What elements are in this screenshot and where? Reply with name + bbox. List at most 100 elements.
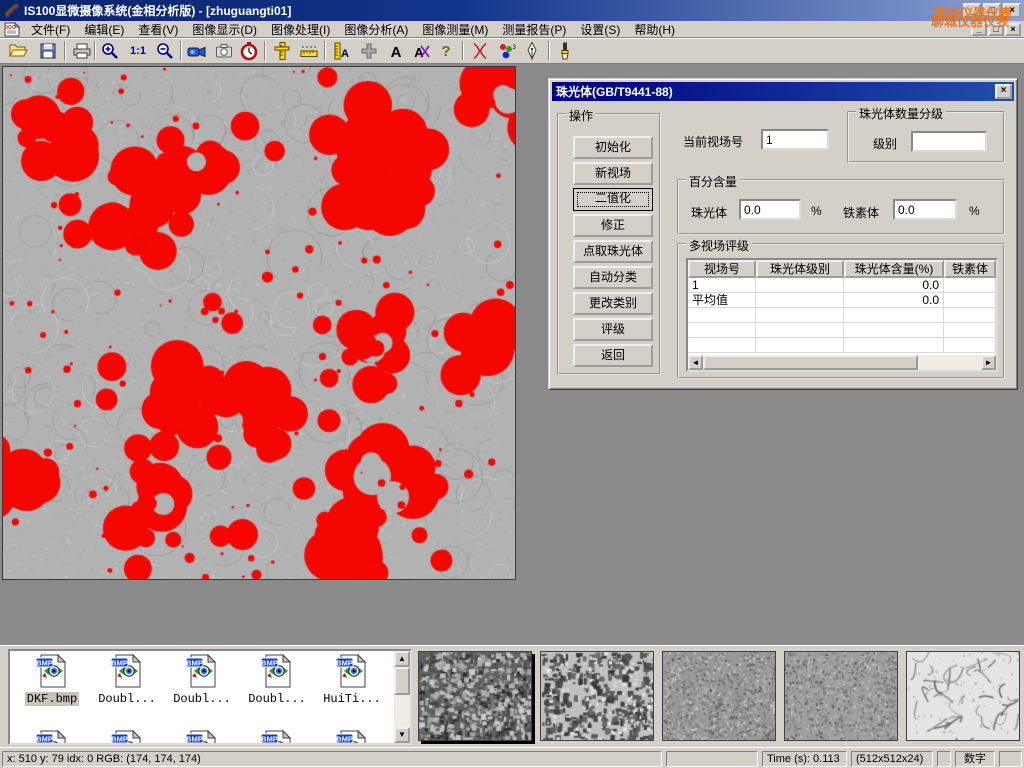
col-pearlite-grade[interactable]: 珠光体级别	[756, 260, 844, 278]
file-item[interactable]	[166, 730, 238, 745]
mdi-minimize-button[interactable]: _	[971, 23, 987, 36]
cell[interactable]	[944, 308, 996, 323]
open-button[interactable]	[6, 40, 30, 62]
zoom-out-button[interactable]	[153, 40, 177, 62]
thumbnail-3[interactable]	[662, 651, 776, 741]
file-name[interactable]: DKF.bmp	[25, 692, 79, 706]
caliper-button[interactable]	[270, 40, 294, 62]
actual-size-button[interactable]: 1:1	[126, 40, 150, 62]
menu-view[interactable]: 查看(V)	[131, 20, 185, 39]
grade-input[interactable]	[911, 131, 987, 152]
thumbnail-1[interactable]	[418, 651, 532, 741]
menu-measure-report[interactable]: 测量报告(P)	[495, 20, 573, 39]
ruler-button[interactable]	[297, 40, 321, 62]
rate-button[interactable]: 评级	[573, 318, 653, 341]
file-item[interactable]: HuiTi...	[316, 654, 388, 706]
cell[interactable]: 1	[688, 278, 756, 293]
cell[interactable]	[844, 308, 944, 323]
menu-file[interactable]: 文件(F)	[24, 20, 77, 39]
file-list-scrollbar[interactable]: ▲ ▼	[394, 651, 410, 743]
file-name[interactable]: HuiTi...	[321, 692, 383, 706]
thumbnail-2[interactable]	[540, 651, 654, 741]
return-button[interactable]: 返回	[573, 344, 653, 367]
table-row[interactable]	[688, 323, 996, 338]
binarize-button[interactable]: 二值化	[573, 188, 653, 211]
col-pearlite-content[interactable]: 珠光体含量(%)	[844, 260, 944, 278]
menu-edit[interactable]: 编辑(E)	[77, 20, 131, 39]
pick-pearlite-button[interactable]: 点取珠光体	[573, 240, 653, 263]
table-horizontal-scrollbar[interactable]: ◄ ►	[688, 355, 996, 370]
text-button[interactable]: A	[384, 40, 408, 62]
pen-button[interactable]	[520, 40, 544, 62]
dialog-title-bar[interactable]: 珠光体(GB/T9441-88) ×	[552, 82, 1014, 101]
pearlite-percent-input[interactable]	[739, 199, 801, 220]
thumbnail-5[interactable]	[906, 651, 1020, 741]
correct-button[interactable]: 修正	[573, 214, 653, 237]
brush-button[interactable]	[553, 40, 577, 62]
cell[interactable]	[688, 338, 756, 353]
menu-settings[interactable]: 设置(S)	[573, 20, 627, 39]
mdi-close-button[interactable]: ×	[1005, 23, 1021, 36]
snapshot-button[interactable]	[212, 40, 236, 62]
cell[interactable]: 0.0	[844, 278, 944, 293]
table-row[interactable]	[688, 338, 996, 353]
save-button[interactable]	[36, 40, 60, 62]
cell[interactable]: 平均值	[688, 293, 756, 308]
thumbnail-4[interactable]	[784, 651, 898, 741]
cell[interactable]	[944, 293, 996, 308]
file-name[interactable]: Doubl...	[246, 692, 308, 706]
cell[interactable]	[688, 308, 756, 323]
scroll-up-arrow[interactable]: ▲	[394, 651, 410, 667]
zoom-in-button[interactable]	[98, 40, 122, 62]
mdi-restore-button[interactable]: □	[988, 23, 1004, 36]
help-button[interactable]: ?	[434, 40, 458, 62]
file-item[interactable]: Doubl...	[166, 654, 238, 706]
cell[interactable]	[688, 323, 756, 338]
cell[interactable]	[756, 278, 844, 293]
new-field-button[interactable]: 新视场	[573, 162, 653, 185]
menu-image-analysis[interactable]: 图像分析(A)	[337, 20, 415, 39]
cell[interactable]	[944, 323, 996, 338]
delete-text-button[interactable]: A	[409, 40, 433, 62]
dialog-close-button[interactable]: ×	[995, 84, 1012, 99]
ferrite-percent-input[interactable]	[893, 199, 957, 220]
timer-button[interactable]	[237, 40, 261, 62]
curve-tool-button[interactable]	[468, 40, 492, 62]
col-field-no[interactable]: 视场号	[688, 260, 756, 278]
cell[interactable]: 0.0	[844, 293, 944, 308]
video-camera-button[interactable]	[185, 40, 209, 62]
cell[interactable]	[756, 338, 844, 353]
print-button[interactable]	[70, 40, 94, 62]
cell[interactable]	[756, 323, 844, 338]
file-name[interactable]: Doubl...	[96, 692, 158, 706]
initialize-button[interactable]: 初始化	[573, 136, 653, 159]
cell[interactable]	[944, 338, 996, 353]
file-name[interactable]: Doubl...	[171, 692, 233, 706]
scrollbar-thumb[interactable]	[703, 355, 918, 370]
change-class-button[interactable]: 更改类别	[573, 292, 653, 315]
menu-help[interactable]: 帮助(H)	[627, 20, 682, 39]
scroll-left-arrow[interactable]: ◄	[688, 355, 703, 370]
color-markers-button[interactable]: 3	[495, 40, 519, 62]
menu-image-display[interactable]: 图像显示(D)	[185, 20, 264, 39]
cell[interactable]	[756, 293, 844, 308]
micrograph-image[interactable]	[2, 66, 516, 580]
file-item[interactable]	[16, 730, 88, 745]
measure-text-button[interactable]: A	[330, 40, 354, 62]
auto-classify-button[interactable]: 自动分类	[573, 266, 653, 289]
grid-button[interactable]	[357, 40, 381, 62]
file-item[interactable]: Doubl...	[91, 654, 163, 706]
menu-image-measure[interactable]: 图像测量(M)	[415, 20, 495, 39]
scrollbar-thumb[interactable]	[394, 667, 410, 695]
document-icon[interactable]: DOC	[3, 22, 21, 37]
cell[interactable]	[756, 308, 844, 323]
file-item[interactable]: DKF.bmp	[16, 654, 88, 706]
scroll-down-arrow[interactable]: ▼	[394, 727, 410, 743]
current-field-input[interactable]	[761, 129, 829, 150]
cell[interactable]	[844, 338, 944, 353]
file-item[interactable]	[241, 730, 313, 745]
file-item[interactable]: Doubl...	[241, 654, 313, 706]
cell[interactable]	[844, 323, 944, 338]
table-row[interactable]: 1 0.0	[688, 278, 996, 293]
file-item[interactable]	[316, 730, 388, 745]
